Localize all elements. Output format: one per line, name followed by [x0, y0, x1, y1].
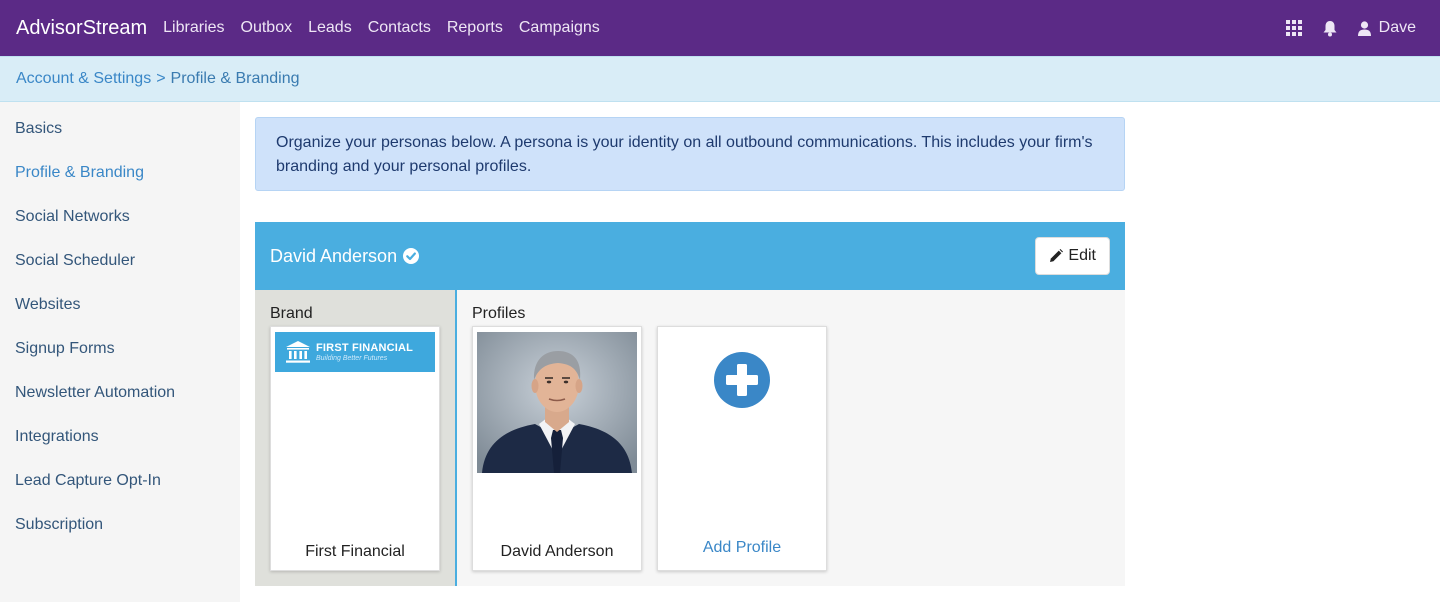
- sidebar-item-social-scheduler[interactable]: Social Scheduler: [15, 252, 135, 270]
- verified-check-icon: [403, 248, 420, 264]
- breadcrumb-current: Profile & Branding: [170, 70, 300, 87]
- sidebar-item-basics[interactable]: Basics: [15, 120, 62, 138]
- nav-right-group: Dave: [1266, 0, 1416, 56]
- user-menu[interactable]: Dave: [1357, 19, 1416, 37]
- persona-name: David Anderson: [270, 245, 398, 266]
- brand-logo-name: FIRST FINANCIAL: [316, 341, 414, 354]
- app-logo[interactable]: AdvisorStream: [16, 17, 147, 40]
- profile-card-label: David Anderson: [500, 543, 614, 560]
- nav-link-libraries[interactable]: Libraries: [163, 19, 224, 37]
- user-icon: [1357, 20, 1371, 36]
- nav-link-reports[interactable]: Reports: [447, 19, 503, 37]
- nav-link-campaigns[interactable]: Campaigns: [519, 19, 600, 37]
- breadcrumb-account-settings[interactable]: Account & Settings: [16, 70, 151, 88]
- settings-sidebar: Basics Profile & Branding Social Network…: [0, 102, 240, 602]
- breadcrumb: Account & Settings > Profile & Branding: [0, 56, 1440, 102]
- apps-grid-icon[interactable]: [1285, 20, 1302, 36]
- sidebar-item-profile-branding[interactable]: Profile & Branding: [15, 164, 144, 182]
- nav-link-outbox[interactable]: Outbox: [241, 19, 293, 37]
- bank-building-icon: [285, 340, 311, 364]
- edit-persona-button[interactable]: Edit: [1035, 237, 1110, 275]
- profile-photo: [477, 332, 637, 473]
- profile-card[interactable]: David Anderson: [472, 326, 642, 571]
- brand-card-label: First Financial: [305, 543, 405, 560]
- persona-header: David Anderson Edit: [255, 222, 1125, 290]
- brand-card[interactable]: FIRST FINANCIAL Building Better Futures …: [270, 326, 440, 571]
- brand-logo-text: FIRST FINANCIAL Building Better Futures: [316, 342, 413, 363]
- top-navbar: AdvisorStream Libraries Outbox Leads Con…: [0, 0, 1440, 56]
- user-name: Dave: [1378, 19, 1416, 36]
- brand-logo-tagline: Building Better Futures: [316, 354, 388, 362]
- sidebar-item-signup-forms[interactable]: Signup Forms: [15, 340, 115, 358]
- persona-info-alert: Organize your personas below. A persona …: [255, 117, 1125, 191]
- nav-link-leads[interactable]: Leads: [308, 19, 352, 37]
- main-nav: Libraries Outbox Leads Contacts Reports …: [163, 19, 616, 37]
- sidebar-item-websites[interactable]: Websites: [15, 296, 81, 314]
- plus-circle-icon[interactable]: [714, 352, 770, 413]
- sidebar-item-integrations[interactable]: Integrations: [15, 428, 99, 446]
- add-profile-link[interactable]: Add Profile: [658, 539, 826, 557]
- breadcrumb-separator: >: [156, 70, 166, 87]
- add-profile-card[interactable]: Add Profile: [657, 326, 827, 571]
- sidebar-item-newsletter-automation[interactable]: Newsletter Automation: [15, 384, 175, 402]
- profiles-section: Profiles David Anderson Add Profile: [457, 290, 1125, 586]
- profiles-section-title: Profiles: [472, 305, 526, 322]
- sidebar-item-subscription[interactable]: Subscription: [15, 516, 103, 534]
- bell-icon[interactable]: [1322, 20, 1338, 37]
- sidebar-item-lead-capture-opt-in[interactable]: Lead Capture Opt-In: [15, 472, 161, 490]
- brand-section: Brand FIRST FINANCIAL Building Better Fu…: [255, 290, 455, 586]
- brand-logo: FIRST FINANCIAL Building Better Futures: [275, 332, 435, 372]
- pencil-icon: [1049, 249, 1064, 263]
- sidebar-item-social-networks[interactable]: Social Networks: [15, 208, 130, 226]
- brand-section-title: Brand: [270, 305, 313, 322]
- nav-link-contacts[interactable]: Contacts: [368, 19, 431, 37]
- edit-button-label: Edit: [1068, 247, 1096, 264]
